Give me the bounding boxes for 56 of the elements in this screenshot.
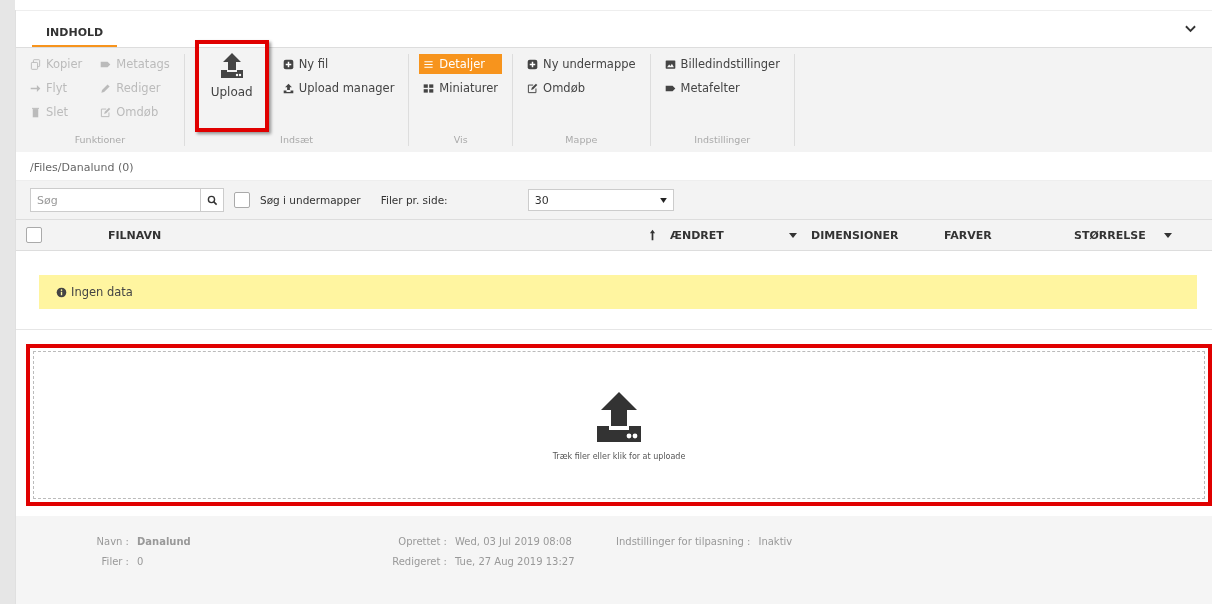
edit-icon bbox=[527, 82, 539, 94]
info-value: Tue, 27 Aug 2019 13:27 bbox=[455, 556, 575, 567]
upload-icon bbox=[282, 82, 294, 94]
ribbon-button[interactable]: Ny undermappe bbox=[523, 54, 640, 74]
plus-square-icon bbox=[527, 58, 539, 70]
column-header[interactable]: ÆNDRET bbox=[670, 228, 724, 242]
ribbon-button[interactable]: Billedindstillinger bbox=[660, 54, 784, 74]
image-icon bbox=[664, 58, 676, 70]
grid-icon bbox=[423, 82, 435, 94]
chevron-down-icon[interactable] bbox=[1185, 25, 1196, 33]
select-all-checkbox[interactable] bbox=[26, 227, 42, 243]
caret-icon[interactable] bbox=[1163, 232, 1172, 238]
checkbox[interactable] bbox=[234, 192, 250, 208]
edit-icon bbox=[100, 106, 112, 118]
group-label: Indsæt bbox=[279, 134, 314, 146]
info-label: Navn : bbox=[95, 536, 129, 547]
per-page-label: Filer pr. side: bbox=[380, 194, 448, 206]
info-label: Filer : bbox=[100, 556, 129, 567]
caret-icon bbox=[659, 197, 667, 203]
info-value: 0 bbox=[137, 556, 145, 567]
upload-button[interactable]: Upload bbox=[194, 40, 269, 132]
checkbox-label: Søg i undermapper bbox=[260, 194, 361, 206]
empty-notice: Ingen data bbox=[39, 275, 1197, 309]
ribbon-button[interactable]: Upload manager bbox=[278, 78, 399, 98]
column-header[interactable]: DIMENSIONER bbox=[811, 228, 899, 242]
group-label: Vis bbox=[452, 134, 469, 146]
search-icon bbox=[206, 194, 218, 206]
group-label: Funktioner bbox=[73, 134, 127, 146]
ribbon-button[interactable]: Miniaturer bbox=[419, 78, 503, 98]
search-field[interactable]: Søg bbox=[30, 188, 200, 212]
info-value: Wed, 03 Jul 2019 08:08 bbox=[455, 536, 573, 547]
column-header[interactable]: FILNAVN bbox=[108, 228, 162, 242]
upload-dropzone[interactable]: Træk filer eller klik for at uploade bbox=[33, 351, 1205, 499]
copy-icon bbox=[30, 58, 41, 70]
trash-icon bbox=[30, 106, 41, 118]
ribbon-button[interactable]: Ny fil bbox=[278, 54, 399, 74]
info-label: Indstillinger for tilpasning : bbox=[616, 536, 751, 547]
sort-arrow-icon[interactable] bbox=[649, 229, 656, 241]
column-header[interactable]: STØRRELSE bbox=[1074, 228, 1146, 242]
per-page-dropdown[interactable]: 30 bbox=[527, 189, 674, 211]
upload-icon bbox=[219, 52, 244, 79]
column-header[interactable]: FARVER bbox=[944, 228, 992, 242]
list-icon bbox=[423, 58, 435, 70]
group-label: Indstillinger bbox=[693, 134, 752, 146]
info-value: Danalund bbox=[137, 536, 191, 547]
pencil-icon bbox=[100, 82, 112, 94]
info-icon bbox=[56, 286, 67, 298]
group-label: Mappe bbox=[564, 134, 599, 146]
plus-square-icon bbox=[282, 58, 294, 70]
info-label: Oprettet : bbox=[397, 536, 447, 547]
search-button[interactable] bbox=[200, 188, 224, 212]
info-value: Inaktiv bbox=[758, 536, 793, 547]
info-label: Redigeret : bbox=[391, 556, 447, 567]
ribbon-button[interactable]: Omdøb bbox=[523, 78, 640, 98]
ribbon-button[interactable]: Metafelter bbox=[660, 78, 784, 98]
caret-icon[interactable] bbox=[789, 232, 797, 238]
